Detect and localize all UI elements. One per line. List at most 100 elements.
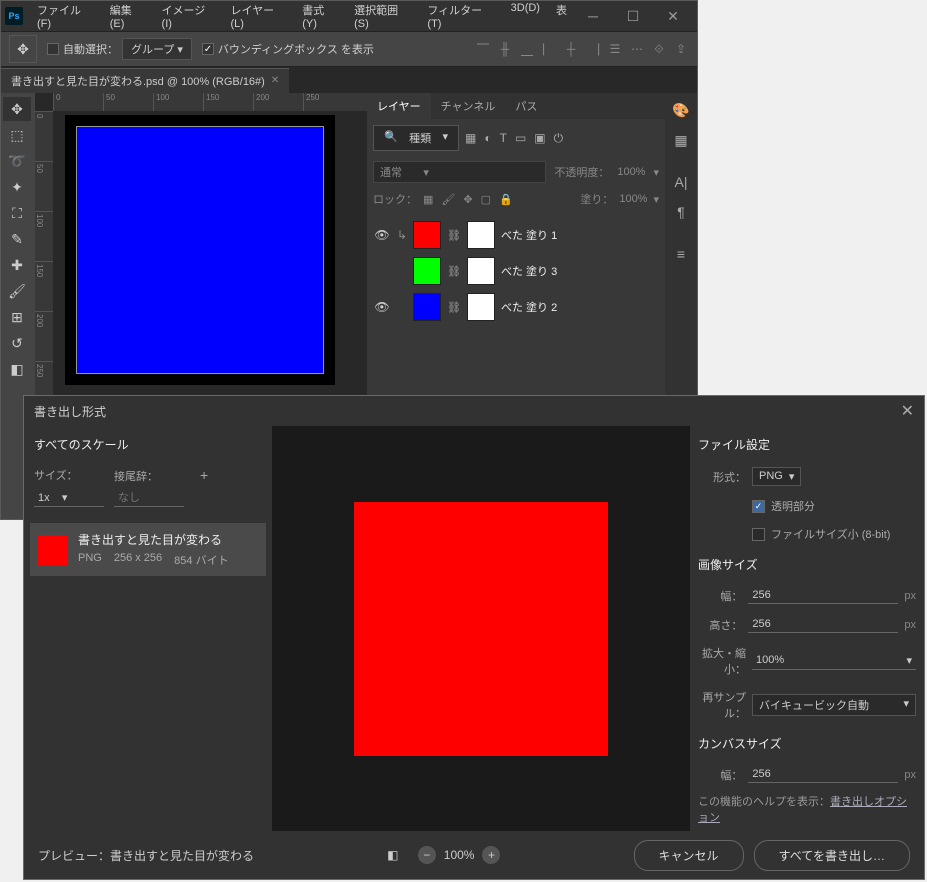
align-bottom-icon[interactable]: ⎽ [519, 41, 535, 57]
lasso-tool[interactable]: ➰ [3, 149, 31, 173]
filter-type-icon[interactable]: T [500, 131, 507, 146]
title-bar[interactable]: Ps ファイル(F) 編集(E) イメージ(I) レイヤー(L) 書式(Y) 選… [1, 1, 697, 31]
align-vcenter-icon[interactable]: ╫ [497, 41, 513, 57]
document-tab[interactable]: 書き出すと見た目が変わる.psd @ 100% (RGB/16#) ✕ [1, 68, 289, 93]
menu-file[interactable]: ファイル(F) [31, 0, 100, 34]
lock-pixels-icon[interactable]: ▦ [423, 193, 433, 206]
bounding-box-checkbox[interactable] [202, 43, 214, 55]
width-input[interactable] [748, 587, 898, 604]
align-hcenter-icon[interactable]: ┼ [563, 41, 579, 57]
filter-shape-icon[interactable]: ▭ [515, 131, 526, 146]
zoom-value[interactable]: 100% [444, 848, 475, 862]
tab-channels[interactable]: チャンネル [431, 93, 506, 119]
auto-select-dropdown[interactable]: グループ ▾ [122, 38, 192, 60]
menu-select[interactable]: 選択範囲(S) [348, 0, 417, 34]
more-icon[interactable]: ⋯ [629, 41, 645, 57]
crop-tool[interactable]: ⛶ [3, 201, 31, 225]
minimize-button[interactable]: ─ [573, 3, 613, 29]
resample-dropdown[interactable]: バイキュービック自動 ▾ [752, 694, 916, 716]
lock-artboard-icon[interactable]: ▢ [481, 193, 491, 206]
small-8bit-checkbox[interactable] [752, 528, 765, 541]
transparent-checkbox[interactable] [752, 500, 765, 513]
canvas-content[interactable] [76, 126, 324, 374]
color-panel-icon[interactable]: 🎨 [670, 99, 692, 121]
paragraph-panel-icon[interactable]: ¶ [670, 201, 692, 223]
link-icon[interactable]: ⛓ [447, 229, 461, 242]
tab-layers[interactable]: レイヤー [367, 93, 431, 119]
layer-name[interactable]: べた 塗り 2 [501, 299, 557, 315]
zoom-out-button[interactable]: − [418, 846, 436, 864]
swatches-panel-icon[interactable]: ▦ [670, 129, 692, 151]
menu-type[interactable]: 書式(Y) [296, 0, 344, 34]
gradient-tool[interactable]: ◧ [3, 357, 31, 381]
add-scale-button[interactable]: + [194, 467, 214, 483]
align-left-icon[interactable]: ⎸ [541, 41, 557, 57]
format-dropdown[interactable]: PNG ▾ [752, 467, 801, 486]
tab-paths[interactable]: パス [505, 93, 547, 119]
3d-icon[interactable]: ⟐ [651, 41, 667, 57]
visibility-toggle[interactable]: 👁 [373, 228, 391, 242]
menu-edit[interactable]: 編集(E) [104, 0, 152, 34]
dialog-title-bar[interactable]: 書き出し形式 ✕ [24, 396, 924, 426]
visibility-toggle[interactable]: 👁 [373, 300, 391, 314]
suffix-input[interactable] [114, 490, 184, 507]
close-button[interactable]: ✕ [653, 3, 693, 29]
lock-position-icon[interactable]: ✥ [463, 193, 472, 206]
canvas[interactable] [65, 115, 335, 385]
close-tab-icon[interactable]: ✕ [271, 75, 279, 86]
asset-row[interactable]: 書き出すと見た目が変わる PNG 256 x 256 854 バイト [30, 523, 266, 576]
scale-dropdown[interactable]: 100%▾ [752, 652, 916, 670]
menu-image[interactable]: イメージ(I) [156, 0, 221, 34]
fill-value[interactable]: 100% [619, 193, 647, 205]
character-panel-icon[interactable]: A| [670, 171, 692, 193]
stamp-tool[interactable]: ⊞ [3, 305, 31, 329]
filter-toggle-icon[interactable]: ⏻ [554, 131, 564, 146]
zoom-in-button[interactable]: + [482, 846, 500, 864]
heal-tool[interactable]: ✚ [3, 253, 31, 277]
mask-thumb[interactable] [467, 293, 495, 321]
canvas-width-input[interactable] [748, 766, 898, 783]
auto-select-checkbox[interactable] [47, 43, 59, 55]
layer-name[interactable]: べた 塗り 3 [501, 263, 557, 279]
lock-brush-icon[interactable]: 🖌 [441, 193, 455, 206]
properties-panel-icon[interactable]: ≡ [670, 243, 692, 265]
menu-filter[interactable]: フィルター(T) [421, 0, 500, 34]
filter-pixel-icon[interactable]: ▦ [465, 131, 476, 146]
layer-row[interactable]: 👁 ⛓ べた 塗り 2 [367, 289, 665, 325]
mask-thumb[interactable] [467, 221, 495, 249]
cancel-button[interactable]: キャンセル [634, 840, 744, 871]
filter-smart-icon[interactable]: ▣ [534, 131, 545, 146]
height-input[interactable] [748, 616, 898, 633]
menu-3d[interactable]: 3D(D) [505, 0, 546, 34]
link-icon[interactable]: ⛓ [447, 301, 461, 314]
layer-thumb[interactable] [413, 221, 441, 249]
move-tool-icon[interactable]: ✥ [9, 35, 37, 63]
align-top-icon[interactable]: ⎺ [475, 41, 491, 57]
layer-filter-dropdown[interactable]: 🔍 種類 ▾ [373, 125, 459, 151]
share-icon[interactable]: ⇪ [673, 41, 689, 57]
layer-row[interactable]: ⛓ べた 塗り 3 [367, 253, 665, 289]
export-preview-area[interactable] [272, 426, 690, 831]
marquee-tool[interactable]: ⬚ [3, 123, 31, 147]
align-right-icon[interactable]: ⎹ [585, 41, 601, 57]
layer-thumb[interactable] [413, 257, 441, 285]
export-all-button[interactable]: すべてを書き出し… [754, 840, 910, 871]
lock-all-icon[interactable]: 🔒 [499, 193, 513, 206]
maximize-button[interactable]: ☐ [613, 3, 653, 29]
eyedropper-tool[interactable]: ✎ [3, 227, 31, 251]
dialog-close-button[interactable]: ✕ [901, 401, 914, 421]
mask-thumb[interactable] [467, 257, 495, 285]
distribute-icon[interactable]: ☰ [607, 41, 623, 57]
layer-name[interactable]: べた 塗り 1 [501, 227, 557, 243]
menu-view[interactable]: 表 [550, 0, 573, 34]
move-tool[interactable]: ✥ [3, 97, 31, 121]
link-icon[interactable]: ⛓ [447, 265, 461, 278]
two-up-icon[interactable]: ◧ [387, 848, 398, 862]
blend-mode-dropdown[interactable]: 通常 ▾ [373, 161, 546, 183]
opacity-value[interactable]: 100% [617, 166, 645, 178]
history-brush-tool[interactable]: ↺ [3, 331, 31, 355]
menu-layer[interactable]: レイヤー(L) [224, 0, 292, 34]
size-dropdown[interactable]: 1x ▾ [34, 489, 104, 507]
magic-wand-tool[interactable]: ✦ [3, 175, 31, 199]
layer-thumb[interactable] [413, 293, 441, 321]
